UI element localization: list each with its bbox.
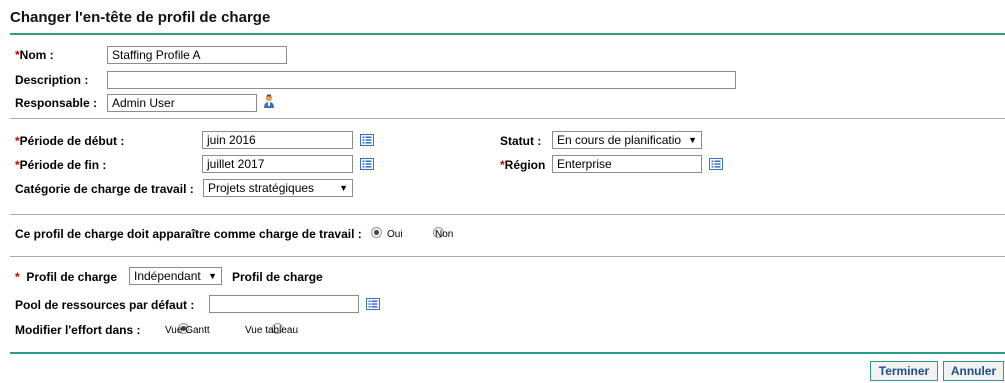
person-icon[interactable] (263, 94, 275, 109)
effort-table-label: Vue tableau (245, 325, 299, 336)
section-divider (10, 118, 1005, 119)
effort-view-label: Modifier l'effort dans : (15, 323, 141, 337)
start-period-field[interactable]: juin 2016 (202, 131, 353, 149)
section-divider (10, 214, 1005, 215)
end-period-label: *Période de fin : (15, 158, 107, 172)
cancel-button[interactable]: Annuler (943, 361, 1004, 381)
list-picker-icon[interactable] (366, 298, 380, 310)
profile-type-suffix: Profil de charge (232, 270, 323, 284)
finish-button[interactable]: Terminer (870, 361, 938, 381)
workload-yes-radio[interactable] (371, 227, 382, 238)
name-field[interactable]: Staffing Profile A (107, 46, 287, 64)
page-title: Changer l'en-tête de profil de charge (10, 9, 271, 26)
effort-gantt-label: Vue Gantt (165, 325, 210, 336)
region-label: *Région (500, 158, 546, 172)
owner-field[interactable]: Admin User (107, 94, 257, 112)
description-label: Description : (15, 73, 89, 87)
description-field[interactable] (107, 71, 736, 89)
profile-type-select-value: Indépendant (134, 269, 201, 283)
category-select-value: Projets stratégiques (208, 181, 315, 195)
dropdown-arrow-icon: ▼ (208, 271, 217, 281)
workload-question: Ce profil de charge doit apparaître comm… (15, 227, 362, 241)
section-divider (10, 256, 1005, 257)
start-period-label: *Période de début : (15, 134, 125, 148)
title-divider (10, 33, 1005, 35)
category-label: Catégorie de charge de travail : (15, 182, 194, 196)
list-picker-icon[interactable] (360, 134, 374, 146)
dropdown-arrow-icon: ▼ (688, 135, 697, 145)
footer-divider (10, 352, 1005, 354)
list-picker-icon[interactable] (709, 158, 723, 170)
status-select[interactable]: En cours de planificatio ▼ (552, 131, 702, 149)
owner-label: Responsable : (15, 96, 98, 110)
end-period-field[interactable]: juillet 2017 (202, 155, 353, 173)
list-picker-icon[interactable] (360, 158, 374, 170)
profile-type-label: * Profil de charge (15, 270, 118, 284)
dropdown-arrow-icon: ▼ (339, 183, 348, 193)
workload-yes-label: Oui (387, 229, 403, 240)
name-label: *Nom : (15, 48, 54, 62)
resource-pool-label: Pool de ressources par défaut : (15, 298, 195, 312)
workload-no-label: Non (435, 229, 454, 240)
profile-type-select[interactable]: Indépendant ▼ (129, 267, 222, 285)
category-select[interactable]: Projets stratégiques ▼ (203, 179, 353, 197)
status-select-value: En cours de planificatio (557, 133, 682, 147)
resource-pool-field[interactable] (209, 295, 359, 313)
region-field[interactable]: Enterprise (552, 155, 702, 173)
status-label: Statut : (500, 134, 542, 148)
